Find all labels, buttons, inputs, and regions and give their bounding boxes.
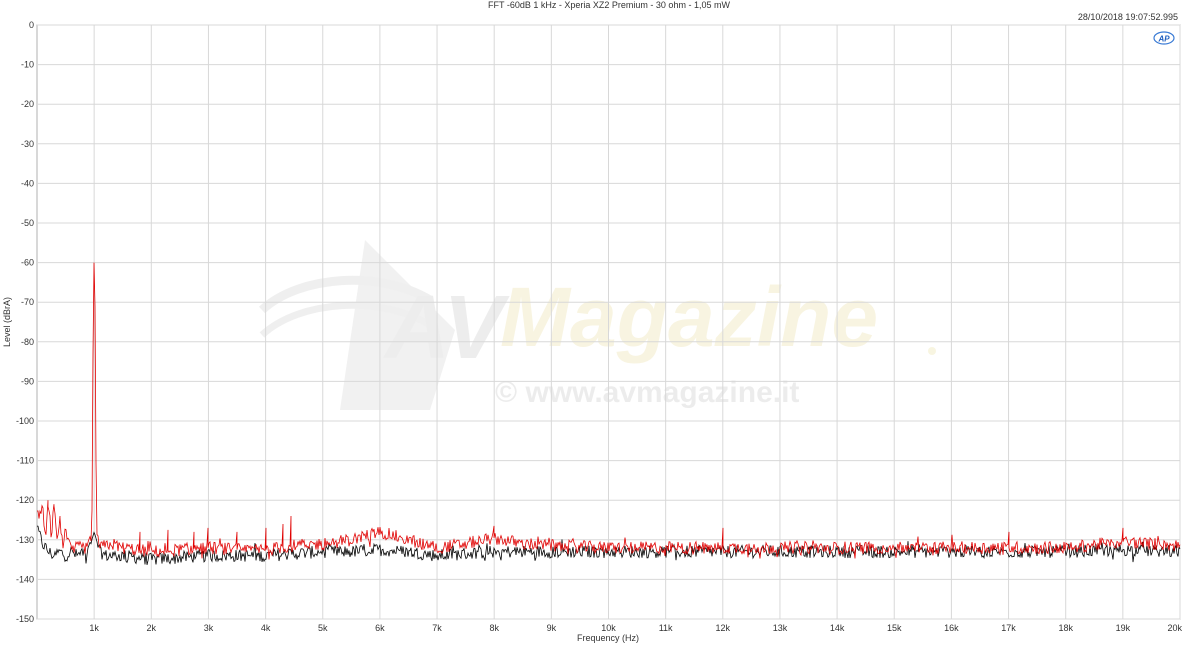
y-tick-label: -100 [16, 416, 34, 426]
x-tick-label: 19k [1116, 623, 1131, 633]
watermark-name: Magazine [500, 270, 878, 364]
x-tick-label: 9k [547, 623, 557, 633]
y-tick-label: -120 [16, 495, 34, 505]
y-tick-label: -60 [21, 258, 34, 268]
grid [37, 24, 1181, 620]
y-tick-label: -80 [21, 337, 34, 347]
watermark-logo: AV Magazine © www.avmagazine.it [258, 240, 936, 410]
y-tick-label: -150 [16, 614, 34, 624]
x-axis-label: Frequency (Hz) [577, 633, 639, 643]
y-tick-label: 0 [29, 20, 34, 30]
x-tick-label: 5k [318, 623, 328, 633]
y-axis-label: Level (dBrA) [2, 297, 12, 347]
watermark-brand: AV [383, 278, 510, 378]
x-tick-label: 18k [1058, 623, 1073, 633]
x-tick-label: 3k [204, 623, 214, 633]
y-tick-label: -110 [17, 456, 34, 466]
ap-logo-text: AP [1157, 35, 1170, 44]
x-tick-label: 2k [147, 623, 157, 633]
x-tick-label: 6k [375, 623, 385, 633]
y-tick-label: -40 [21, 178, 34, 188]
x-tick-label: 11k [659, 623, 673, 633]
y-tick-label: -20 [21, 99, 34, 109]
y-tick-label: -30 [21, 139, 34, 149]
y-tick-label: -90 [21, 376, 34, 386]
x-tick-label: 4k [261, 623, 271, 633]
y-axis-ticks: 0 -10 -20 -30 -40 -50 -60 -70 -80 -90 -100 -110 -120… [16, 20, 34, 624]
y-tick-label: -10 [21, 60, 34, 70]
x-tick-label: 1k [89, 623, 99, 633]
x-tick-label: 14k [830, 623, 845, 633]
x-tick-label: 10k [601, 623, 616, 633]
chart-title: FFT -60dB 1 kHz - Xperia XZ2 Premium - 3… [488, 0, 730, 10]
x-tick-label: 12k [716, 623, 731, 633]
y-tick-label: -140 [16, 574, 34, 584]
x-axis-ticks: 1k 2k 3k 4k 5k 6k 7k 8k 9k 10k 11k 12k 13k 14k 15k 16k 1… [89, 623, 1182, 633]
x-tick-label: 15k [887, 623, 902, 633]
x-tick-label: 17k [1001, 623, 1016, 633]
y-tick-label: -70 [21, 297, 34, 307]
y-tick-label: -130 [16, 535, 34, 545]
timestamp: 28/10/2018 19:07:52.995 [1078, 12, 1178, 22]
ap-logo: AP [1153, 31, 1175, 45]
x-tick-label: 16k [944, 623, 959, 633]
x-tick-label: 13k [773, 623, 788, 633]
x-tick-label: 7k [432, 623, 442, 633]
fft-chart: AV Magazine © www.avmagazine.it 0 -10 -20 -… [2, 0, 1182, 643]
x-tick-label: 8k [489, 623, 499, 633]
x-tick-label: 20k [1167, 623, 1182, 633]
y-tick-label: -50 [21, 218, 34, 228]
